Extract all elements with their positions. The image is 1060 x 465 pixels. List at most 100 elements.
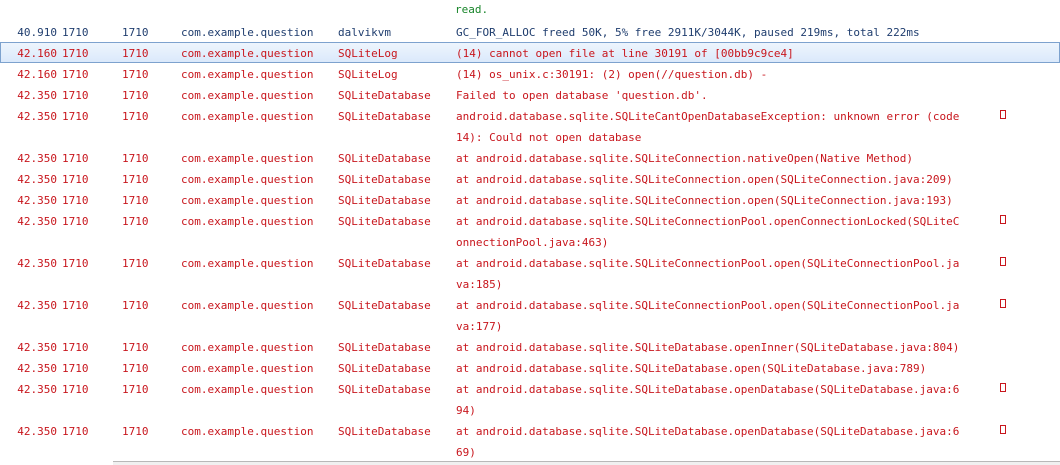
log-pid: 1710: [62, 110, 89, 123]
log-pid: 1710: [62, 299, 89, 312]
log-tid: 1710: [122, 362, 149, 375]
log-pid: 1710: [62, 257, 89, 270]
log-row[interactable]: 42.350 1710 1710 com.example.question SQLite…: [0, 168, 1060, 189]
log-time-value: 42.350: [17, 299, 57, 312]
log-application: com.example.question: [181, 299, 314, 312]
log-message-continuation: va:185): [456, 278, 503, 291]
log-tid: 1710: [122, 257, 149, 270]
log-tag: SQLiteDatabase: [338, 110, 431, 123]
log-pid: 1710: [62, 173, 89, 186]
log-application: com.example.question: [181, 89, 314, 102]
log-tid: 1710: [122, 68, 149, 81]
log-message: GC_FOR_ALLOC freed 50K, 5% free 2911K/30…: [456, 26, 920, 39]
log-message: (14) os_unix.c:30191: (2) open(//questio…: [456, 68, 768, 81]
log-row[interactable]: 42.350 1710 1710 com.example.question SQLite…: [0, 420, 1060, 462]
log-tid: 1710: [122, 425, 149, 438]
log-time-value: 42.350: [17, 173, 57, 186]
log-message-continuation: 14): Could not open database: [456, 131, 642, 144]
log-message: at android.database.sqlite.SQLiteConnect…: [456, 257, 960, 270]
log-row[interactable]: 42.350 1710 1710 com.example.question SQLite…: [0, 336, 1060, 357]
wrap-continuation-icon: [1000, 257, 1006, 266]
log-application: com.example.question: [181, 257, 314, 270]
log-message: (14) cannot open file at line 30191 of […: [456, 47, 794, 60]
wrap-continuation-icon: [1000, 215, 1006, 224]
log-row[interactable]: 42.350 1710 1710 com.example.question SQLite…: [0, 147, 1060, 168]
log-time-value: 42.350: [17, 152, 57, 165]
log-row[interactable]: 42.350 1710 1710 com.example.question SQLite…: [0, 210, 1060, 252]
log-row[interactable]: 42.350 1710 1710 com.example.question SQLite…: [0, 105, 1060, 147]
log-application: com.example.question: [181, 68, 314, 81]
log-row[interactable]: 42.350 1710 1710 com.example.question SQLite…: [0, 378, 1060, 420]
log-pid: 1710: [62, 26, 89, 39]
log-time: 42.350: [1, 299, 57, 312]
log-row[interactable]: 42.350 1710 1710 com.example.question SQLite…: [0, 252, 1060, 294]
log-application: com.example.question: [181, 26, 314, 39]
log-row[interactable]: 42.350 1710 1710 com.example.question SQLite…: [0, 84, 1060, 105]
log-tag: SQLiteDatabase: [338, 257, 431, 270]
log-time: 42.350: [1, 383, 57, 396]
log-row[interactable]: 40.910 1710 1710 com.example.question dalvik…: [0, 21, 1060, 42]
log-row[interactable]: 42.350 1710 1710 com.example.question SQLite…: [0, 189, 1060, 210]
log-message-continuation: onnectionPool.java:463): [456, 236, 609, 249]
wrap-continuation-icon: [1000, 110, 1006, 119]
log-message: at android.database.sqlite.SQLiteConnect…: [456, 215, 960, 228]
log-pid: 1710: [62, 362, 89, 375]
log-list: read. 40.910 1710 1710 com.example.question…: [0, 0, 1060, 462]
log-time: 42.350: [1, 341, 57, 354]
log-message: android.database.sqlite.SQLiteCantOpenDa…: [456, 110, 960, 123]
log-tag: SQLiteDatabase: [338, 194, 431, 207]
log-time-value: 42.350: [17, 89, 57, 102]
log-pid: 1710: [62, 68, 89, 81]
log-pid: 1710: [62, 89, 89, 102]
log-tid: 1710: [122, 110, 149, 123]
wrap-continuation-icon: [1000, 425, 1006, 434]
wrap-continuation-icon: [1000, 299, 1006, 308]
wrap-continuation-icon: [1000, 383, 1006, 392]
log-tid: 1710: [122, 152, 149, 165]
log-time: 42.350: [1, 362, 57, 375]
log-message: at android.database.sqlite.SQLiteConnect…: [456, 194, 953, 207]
log-tag: SQLiteDatabase: [338, 383, 431, 396]
log-time: 42.350: [1, 194, 57, 207]
log-message: read.: [455, 3, 489, 16]
log-time-value: 42.350: [17, 362, 57, 375]
log-tid: 1710: [122, 89, 149, 102]
logcat-view: read. 40.910 1710 1710 com.example.question…: [0, 0, 1060, 465]
log-tid: 1710: [122, 47, 149, 60]
log-time: 42.160: [1, 68, 57, 81]
log-application: com.example.question: [181, 215, 314, 228]
panel-corner: [0, 440, 113, 465]
log-time-value: 42.350: [17, 194, 57, 207]
log-application: com.example.question: [181, 341, 314, 354]
log-message-continuation: 69): [456, 446, 476, 459]
log-tid: 1710: [122, 299, 149, 312]
log-row-partial[interactable]: read.: [0, 0, 1060, 21]
log-pid: 1710: [62, 194, 89, 207]
log-row[interactable]: 42.350 1710 1710 com.example.question SQLite…: [0, 357, 1060, 378]
log-application: com.example.question: [181, 47, 314, 60]
log-application: com.example.question: [181, 173, 314, 186]
log-time: 42.350: [1, 425, 57, 438]
log-time-value: 42.350: [17, 110, 57, 123]
log-time-value: 42.350: [17, 215, 57, 228]
log-row[interactable]: 42.350 1710 1710 com.example.question SQLite…: [0, 294, 1060, 336]
log-message: at android.database.sqlite.SQLiteDatabas…: [456, 383, 960, 396]
log-time-value: 42.350: [17, 383, 57, 396]
log-pid: 1710: [62, 152, 89, 165]
log-time: 42.350: [1, 257, 57, 270]
horizontal-scrollbar[interactable]: [113, 461, 1060, 465]
log-time: 42.350: [1, 173, 57, 186]
log-tag: SQLiteDatabase: [338, 425, 431, 438]
log-tid: 1710: [122, 26, 149, 39]
log-pid: 1710: [62, 341, 89, 354]
log-message: at android.database.sqlite.SQLiteConnect…: [456, 173, 953, 186]
log-tag: SQLiteDatabase: [338, 299, 431, 312]
log-time: 42.350: [1, 110, 57, 123]
log-time: 42.350: [1, 89, 57, 102]
log-message-continuation: va:177): [456, 320, 503, 333]
log-row[interactable]: 42.160 1710 1710 com.example.question SQLite…: [0, 63, 1060, 84]
log-time: 40.910: [1, 26, 57, 39]
log-time-value: 42.350: [17, 425, 57, 438]
log-time-value: 42.350: [17, 341, 57, 354]
log-row[interactable]: 42.160 1710 1710 com.example.question SQLite…: [0, 42, 1060, 63]
